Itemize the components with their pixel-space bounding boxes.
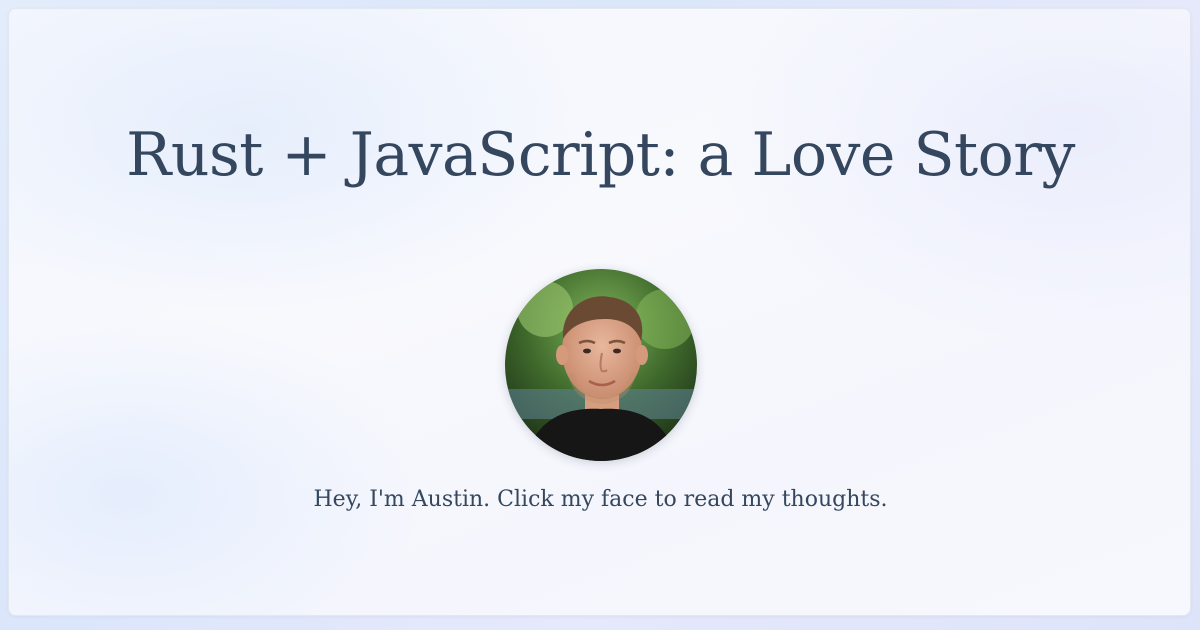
avatar-photo-icon bbox=[505, 269, 697, 461]
avatar[interactable] bbox=[505, 269, 697, 461]
og-card: Rust + JavaScript: a Love Story Hey, I'm… bbox=[8, 8, 1191, 616]
page-title: Rust + JavaScript: a Love Story bbox=[126, 120, 1075, 190]
tagline: Hey, I'm Austin. Click my face to read m… bbox=[313, 487, 888, 512]
